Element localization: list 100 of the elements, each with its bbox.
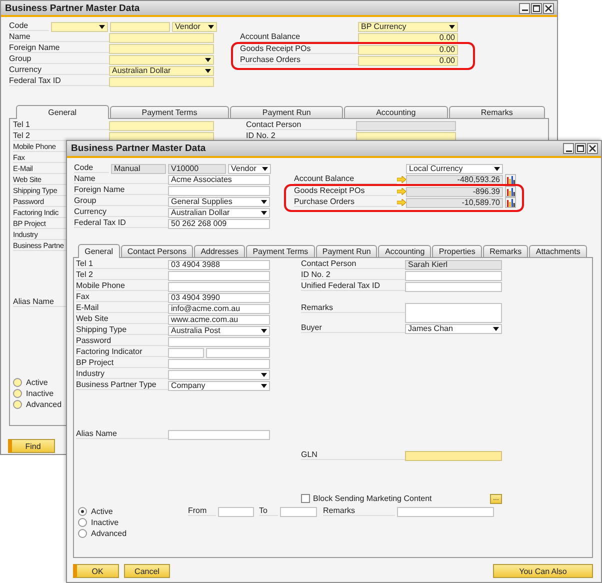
field-label: Foreign Name xyxy=(74,185,168,195)
input-field[interactable] xyxy=(397,506,494,516)
tab[interactable]: Accounting xyxy=(378,245,432,257)
input-field[interactable] xyxy=(110,22,170,32)
tab[interactable]: Payment Terms xyxy=(110,106,230,118)
caret-icon xyxy=(205,58,211,62)
dropdown-field[interactable]: Australian Dollar xyxy=(168,208,270,218)
dropdown-field[interactable]: Australia Post xyxy=(168,326,270,336)
input-field[interactable]: Sarah Kierl xyxy=(405,260,502,270)
minimize-button[interactable] xyxy=(563,143,574,154)
maximize-button[interactable] xyxy=(531,2,542,14)
radio-button[interactable] xyxy=(13,400,22,409)
checkbox[interactable] xyxy=(301,494,310,503)
input-field[interactable] xyxy=(405,282,502,292)
maximize-icon xyxy=(533,4,540,12)
input-field[interactable]: 03 4904 3990 xyxy=(168,292,270,302)
input-field[interactable]: 0.00 xyxy=(358,32,458,42)
input-field[interactable]: Acme Associates xyxy=(168,174,270,184)
dropdown-field[interactable]: Company xyxy=(168,380,270,390)
input-field[interactable]: -480,593.26 xyxy=(406,174,503,184)
input-field[interactable] xyxy=(405,270,502,280)
field-label: BP Project xyxy=(76,358,168,368)
close-button[interactable] xyxy=(587,143,598,154)
dropdown-field[interactable]: BP Currency xyxy=(358,22,458,32)
bar-chart-icon[interactable] xyxy=(505,174,516,185)
input-field[interactable] xyxy=(168,430,270,440)
input-field[interactable]: V10000 xyxy=(168,164,226,174)
input-field[interactable] xyxy=(356,132,456,142)
input-field[interactable] xyxy=(109,132,214,142)
field-label: Contact Person xyxy=(246,120,356,130)
input-field[interactable] xyxy=(109,120,214,130)
maximize-button[interactable] xyxy=(575,143,586,154)
input-field[interactable]: 0.00 xyxy=(358,44,458,54)
tab[interactable]: Addresses xyxy=(194,245,246,257)
input-field[interactable] xyxy=(206,348,270,358)
tab[interactable]: Remarks xyxy=(448,106,545,118)
you-can-also-button[interactable]: You Can Also xyxy=(493,564,593,578)
radio-label: Inactive xyxy=(26,389,54,398)
dropdown-field[interactable]: Vendor xyxy=(228,164,271,174)
radio-button[interactable] xyxy=(78,518,87,527)
action-button[interactable]: Find xyxy=(8,439,55,453)
caret-icon xyxy=(208,24,214,28)
tab[interactable]: Properties xyxy=(432,245,482,257)
input-field[interactable] xyxy=(280,506,317,516)
field-label: Web Site xyxy=(76,314,168,324)
tab[interactable]: Payment Run xyxy=(230,106,343,118)
input-field[interactable] xyxy=(405,450,502,460)
radio-button[interactable] xyxy=(13,389,22,398)
input-field[interactable] xyxy=(109,44,214,54)
field-label: Buyer xyxy=(301,323,405,333)
input-field[interactable]: Manual xyxy=(111,164,166,174)
input-field[interactable] xyxy=(168,336,270,346)
input-field[interactable] xyxy=(168,186,270,196)
radio-button[interactable] xyxy=(13,378,22,387)
dropdown-field[interactable]: Local Currency xyxy=(406,164,503,174)
field-label: Account Balance xyxy=(294,174,397,184)
field-label: Federal Tax ID xyxy=(9,76,109,86)
action-button[interactable]: OK xyxy=(73,564,119,578)
input-field[interactable] xyxy=(109,32,214,42)
dropdown-field[interactable]: General Supplies xyxy=(168,196,270,206)
dropdown-field[interactable]: Australian Dollar xyxy=(109,66,214,76)
bar-chart-icon[interactable] xyxy=(505,186,516,197)
dropdown-field[interactable]: Vendor xyxy=(172,22,217,32)
minimize-button[interactable] xyxy=(519,2,530,14)
input-field[interactable]: 0.00 xyxy=(358,56,458,66)
tab[interactable]: General xyxy=(78,244,120,258)
text-area[interactable] xyxy=(405,303,502,323)
input-field[interactable]: -10,589.70 xyxy=(406,198,503,208)
input-field[interactable] xyxy=(168,282,270,292)
tab[interactable]: Remarks xyxy=(483,245,528,257)
input-field[interactable] xyxy=(218,506,254,516)
tab[interactable]: Payment Terms xyxy=(246,245,315,257)
bar-chart-icon[interactable] xyxy=(505,197,516,208)
radio-label: Advanced xyxy=(26,400,62,409)
input-field[interactable]: 03 4904 3988 xyxy=(168,260,270,270)
dropdown-field[interactable] xyxy=(168,370,270,380)
input-field[interactable] xyxy=(109,76,214,86)
input-field[interactable] xyxy=(168,358,270,368)
tab[interactable]: General xyxy=(16,105,109,119)
radio-button[interactable] xyxy=(78,529,87,538)
close-button[interactable] xyxy=(543,2,554,14)
input-field[interactable]: -896.39 xyxy=(406,186,503,196)
tab[interactable]: Contact Persons xyxy=(120,245,194,257)
tab[interactable]: Accounting xyxy=(344,106,448,118)
input-field[interactable] xyxy=(168,270,270,280)
tab[interactable]: Payment Run xyxy=(316,245,378,257)
field-label: Tel 1 xyxy=(13,120,109,130)
radio-button[interactable] xyxy=(78,507,87,516)
input-field[interactable]: www.acme.com.au xyxy=(168,314,270,324)
input-field[interactable] xyxy=(356,120,456,130)
dropdown-field[interactable] xyxy=(109,54,214,64)
input-field[interactable]: info@acme.com.au xyxy=(168,304,270,314)
field-label: Goods Receipt POs xyxy=(294,186,397,196)
field-label: Name xyxy=(74,174,168,184)
dropdown-field[interactable]: James Chan xyxy=(405,324,502,334)
tab[interactable]: Attachments xyxy=(529,245,587,257)
action-button[interactable]: Cancel xyxy=(124,564,170,578)
dropdown-field[interactable] xyxy=(51,22,108,32)
input-field[interactable]: 50 262 268 009 xyxy=(168,218,270,228)
input-field[interactable] xyxy=(168,348,204,358)
